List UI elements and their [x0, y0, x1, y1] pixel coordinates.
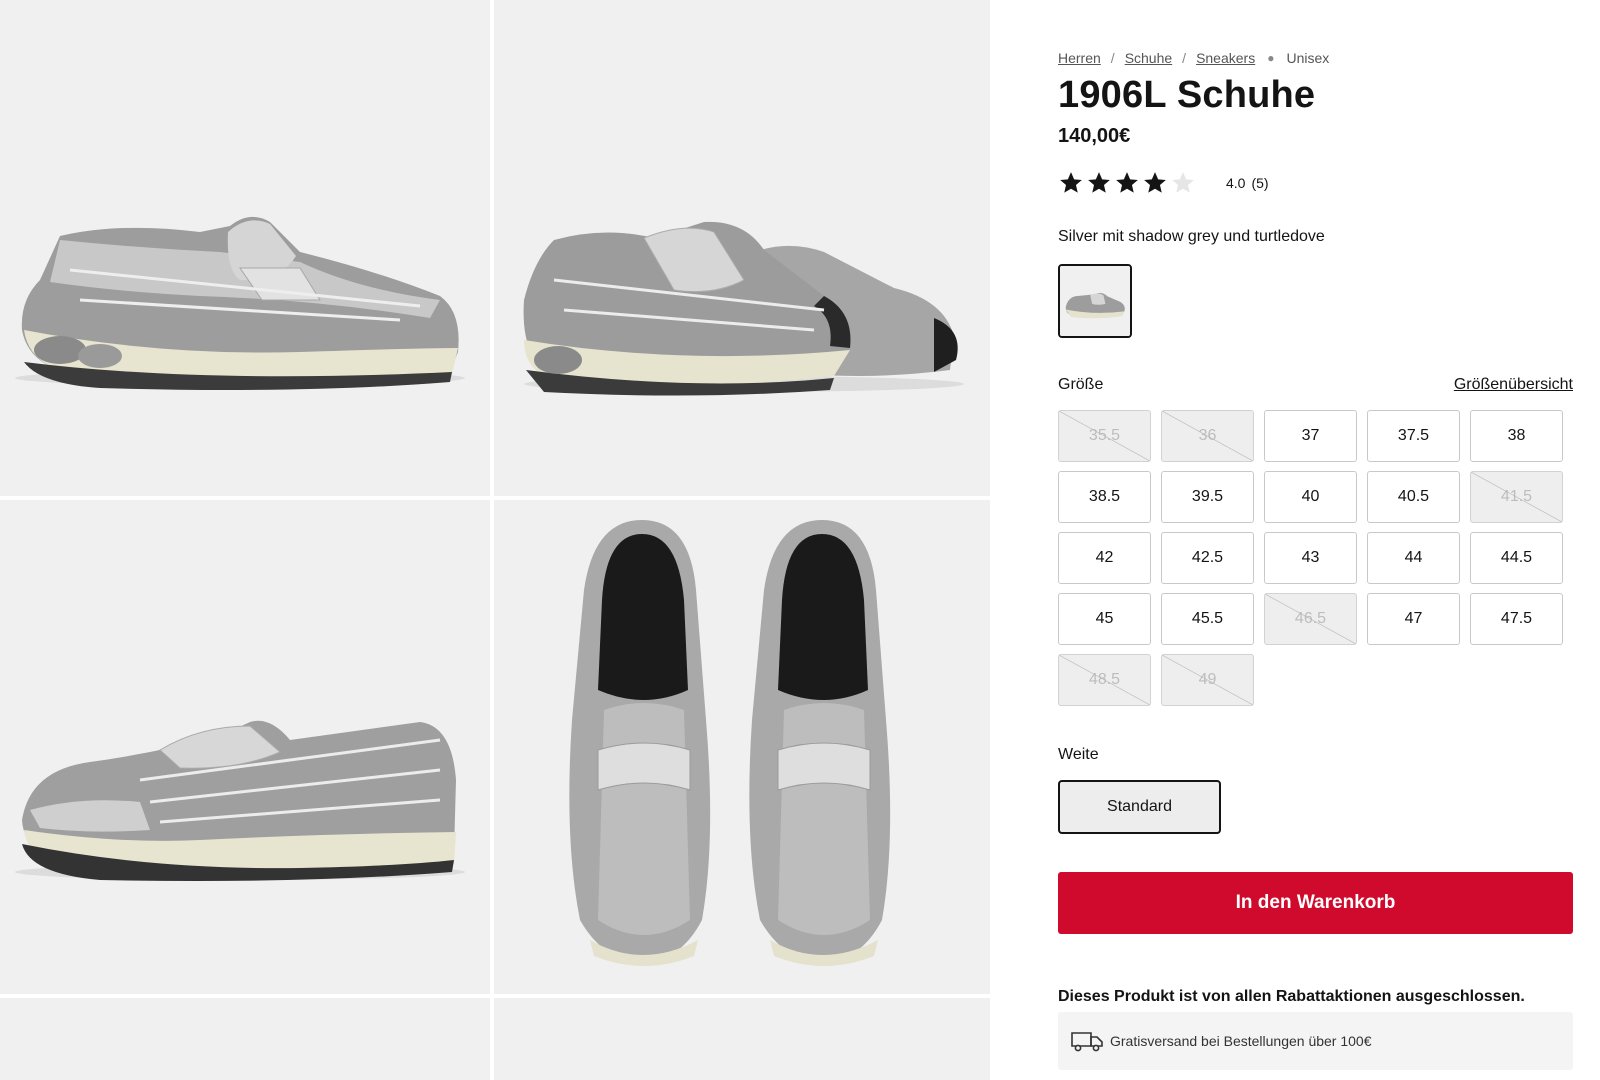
- size-option[interactable]: 44.5: [1470, 532, 1563, 584]
- breadcrumb-current: Unisex: [1286, 50, 1330, 66]
- color-name: Silver mit shadow grey und turtledove: [1058, 228, 1325, 245]
- product-rating[interactable]: 4.0 (5): [1058, 170, 1269, 196]
- breadcrumb-link-sneakers[interactable]: Sneakers: [1196, 50, 1255, 66]
- breadcrumb-link-schuhe[interactable]: Schuhe: [1125, 50, 1172, 66]
- product-page: Herren / Schuhe / Sneakers ● Unisex 1906…: [0, 0, 1600, 1080]
- product-image-placeholder: [0, 998, 490, 1080]
- breadcrumb-separator: /: [1182, 50, 1187, 66]
- star-filled-icon: [1116, 172, 1138, 193]
- product-image-placeholder: [494, 998, 990, 1080]
- size-option[interactable]: 46.5: [1264, 593, 1357, 645]
- breadcrumb-link-herren[interactable]: Herren: [1058, 50, 1101, 66]
- product-image-side-right[interactable]: [0, 0, 490, 496]
- size-option[interactable]: 42.5: [1161, 532, 1254, 584]
- breadcrumb-dot: ●: [1267, 51, 1275, 65]
- star-filled-icon: [1088, 172, 1110, 193]
- width-label: Weite: [1058, 746, 1099, 763]
- size-label: Größe: [1058, 376, 1104, 393]
- star-filled-icon: [1144, 172, 1166, 193]
- size-chart-link[interactable]: Größenübersicht: [1454, 376, 1573, 394]
- size-option[interactable]: 40: [1264, 471, 1357, 523]
- size-option[interactable]: 38: [1470, 410, 1563, 462]
- size-option[interactable]: 39.5: [1161, 471, 1254, 523]
- size-grid: 35.5 36 37 37.5 38 38.5 39.5 40 40.5 41.…: [1058, 410, 1563, 706]
- color-swatch-selected[interactable]: [1058, 264, 1132, 338]
- rating-stars: [1058, 170, 1196, 196]
- size-option[interactable]: 35.5: [1058, 410, 1151, 462]
- product-gallery: [0, 0, 990, 1080]
- shipping-info: Gratisversand bei Bestellungen über 100€: [1058, 1012, 1573, 1070]
- size-option[interactable]: 36: [1161, 410, 1254, 462]
- size-option[interactable]: 47.5: [1470, 593, 1563, 645]
- size-option[interactable]: 48.5: [1058, 654, 1151, 706]
- size-option[interactable]: 47: [1367, 593, 1460, 645]
- size-option[interactable]: 40.5: [1367, 471, 1460, 523]
- product-image-side-left[interactable]: [0, 500, 490, 994]
- rating-count: (5): [1251, 175, 1269, 191]
- size-option[interactable]: 42: [1058, 532, 1151, 584]
- add-to-cart-button[interactable]: In den Warenkorb: [1058, 872, 1573, 934]
- size-option[interactable]: 44: [1367, 532, 1460, 584]
- size-option[interactable]: 41.5: [1470, 471, 1563, 523]
- breadcrumb: Herren / Schuhe / Sneakers ● Unisex: [1058, 50, 1329, 66]
- product-details-panel: Herren / Schuhe / Sneakers ● Unisex 1906…: [1058, 0, 1573, 1080]
- shoe-thumbnail-icon: [1060, 266, 1130, 336]
- size-option[interactable]: 45: [1058, 593, 1151, 645]
- size-option[interactable]: 37: [1264, 410, 1357, 462]
- truck-icon: [1071, 1032, 1103, 1052]
- size-option[interactable]: 45.5: [1161, 593, 1254, 645]
- size-option[interactable]: 43: [1264, 532, 1357, 584]
- size-option[interactable]: 49: [1161, 654, 1254, 706]
- star-filled-icon: [1060, 172, 1082, 193]
- size-option[interactable]: 38.5: [1058, 471, 1151, 523]
- size-option[interactable]: 37.5: [1367, 410, 1460, 462]
- width-option-standard[interactable]: Standard: [1058, 780, 1221, 834]
- star-empty-icon: [1172, 172, 1194, 193]
- product-image-top-down[interactable]: [494, 500, 990, 994]
- product-title: 1906L Schuhe: [1058, 74, 1316, 116]
- product-price: 140,00€: [1058, 125, 1131, 147]
- product-image-pair-angle[interactable]: [494, 0, 990, 496]
- shipping-text: Gratisversand bei Bestellungen über 100€: [1110, 1033, 1372, 1049]
- breadcrumb-separator: /: [1110, 50, 1115, 66]
- discount-exclusion-notice: Dieses Produkt ist von allen Rabattaktio…: [1058, 988, 1525, 1005]
- rating-value: 4.0: [1226, 175, 1246, 191]
